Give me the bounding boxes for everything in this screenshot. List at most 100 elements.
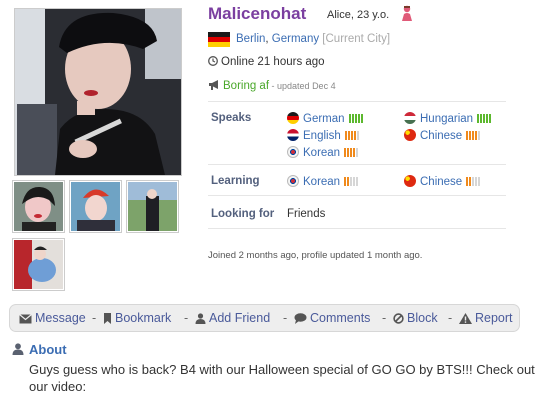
learning-chinese[interactable]: Chinese [404, 175, 481, 189]
level-bar [486, 114, 489, 123]
divider [208, 164, 506, 165]
separator: - [448, 311, 453, 325]
profile-photo-image [15, 9, 181, 175]
name-age: Alice, 23 y.o. [327, 9, 390, 21]
level-bar [347, 177, 350, 186]
flag-korea-icon [287, 146, 299, 158]
current-city-tag: [Current City] [322, 33, 391, 45]
flag-china-icon [404, 129, 416, 141]
proficiency-level [477, 114, 492, 126]
speaks-label: Speaks [211, 112, 252, 124]
level-bar [354, 114, 357, 123]
level-bar [344, 177, 347, 186]
level-bar [480, 114, 483, 123]
divider [208, 195, 506, 196]
joined-info: Joined 2 months ago, profile updated 1 m… [208, 250, 423, 261]
level-bar [353, 131, 356, 140]
separator: - [283, 311, 288, 325]
language-korean[interactable]: Korean [287, 146, 359, 160]
level-bar [350, 148, 353, 157]
photo-thumbnail[interactable] [12, 238, 65, 291]
proficiency-level [348, 114, 364, 126]
add-user-icon [195, 313, 206, 324]
level-bar [350, 131, 353, 140]
flag-korea-icon [287, 175, 299, 187]
photo-thumbnail[interactable] [12, 180, 65, 233]
level-bar [356, 177, 359, 186]
country-link[interactable]: Germany [272, 33, 319, 45]
level-bar [466, 131, 469, 140]
learning-korean[interactable]: Korean [287, 175, 359, 189]
level-bar [356, 148, 359, 157]
speech-bubble-icon [294, 313, 307, 324]
level-bar [351, 114, 354, 123]
level-bar [357, 114, 360, 123]
level-bar [347, 131, 350, 140]
user-icon [12, 343, 24, 355]
level-bar [350, 177, 353, 186]
looking-for-value: Friends [287, 208, 326, 220]
thumbnail-image [14, 240, 63, 289]
proficiency-level [344, 148, 359, 160]
divider [208, 228, 506, 229]
mood-status: Boring af - updated Dec 4 [208, 80, 336, 92]
about-title: About [29, 342, 67, 357]
level-bar [347, 148, 350, 157]
level-bar [478, 177, 481, 186]
level-bar [489, 114, 492, 123]
username: Malicenohat [208, 4, 307, 23]
thumbnail-image [128, 182, 177, 231]
looking-for-label: Looking for [211, 208, 275, 220]
level-bar [344, 131, 347, 140]
message-button[interactable]: Message [19, 311, 86, 325]
level-bar [344, 148, 347, 157]
city-link[interactable]: Berlin [236, 33, 265, 45]
language-english[interactable]: English [287, 129, 360, 143]
about-text: Guys guess who is back? B4 with our Hall… [29, 362, 535, 394]
online-status: Online 21 hours ago [208, 56, 325, 68]
level-bar [472, 131, 475, 140]
level-bar [469, 177, 472, 186]
level-bar [483, 114, 486, 123]
divider [208, 101, 506, 102]
add-friend-button[interactable]: Add Friend [195, 311, 270, 325]
action-bar: Message - Bookmark - Add Friend - Commen… [9, 304, 520, 332]
flag-china-icon [404, 175, 416, 187]
flag-uk-icon [287, 129, 299, 141]
clock-icon [208, 56, 218, 66]
block-icon [393, 313, 404, 324]
flag-hungary-icon [404, 112, 416, 124]
flag-germany-icon [208, 32, 230, 47]
level-bar [475, 177, 478, 186]
learning-label: Learning [211, 175, 260, 187]
level-bar [475, 131, 478, 140]
separator: - [184, 311, 189, 325]
level-bar [353, 177, 356, 186]
envelope-icon [19, 314, 32, 324]
proficiency-level [344, 131, 360, 143]
level-bar [478, 131, 481, 140]
thumbnail-image [14, 182, 63, 231]
location: Berlin, Germany [Current City] [236, 33, 391, 45]
proficiency-level [344, 177, 359, 189]
level-bar [360, 114, 363, 123]
block-button[interactable]: Block [393, 311, 438, 325]
language-hungarian[interactable]: Hungarian [404, 112, 492, 126]
report-button[interactable]: Report [459, 311, 513, 325]
proficiency-level [466, 131, 481, 143]
warning-icon [459, 313, 472, 324]
photo-thumbnail[interactable] [69, 180, 122, 233]
separator: - [92, 311, 97, 325]
female-icon [402, 5, 412, 21]
language-german[interactable]: German [287, 112, 364, 126]
bookmark-button[interactable]: Bookmark [103, 311, 171, 325]
comments-button[interactable]: Comments [294, 311, 370, 325]
megaphone-icon [209, 80, 218, 90]
bookmark-icon [104, 313, 111, 324]
profile-photo[interactable] [14, 8, 182, 176]
photo-thumbnail[interactable] [126, 180, 179, 233]
flag-germany-icon [287, 112, 299, 124]
language-chinese[interactable]: Chinese [404, 129, 481, 143]
mood-text: Boring af [223, 80, 270, 92]
level-bar [477, 114, 480, 123]
